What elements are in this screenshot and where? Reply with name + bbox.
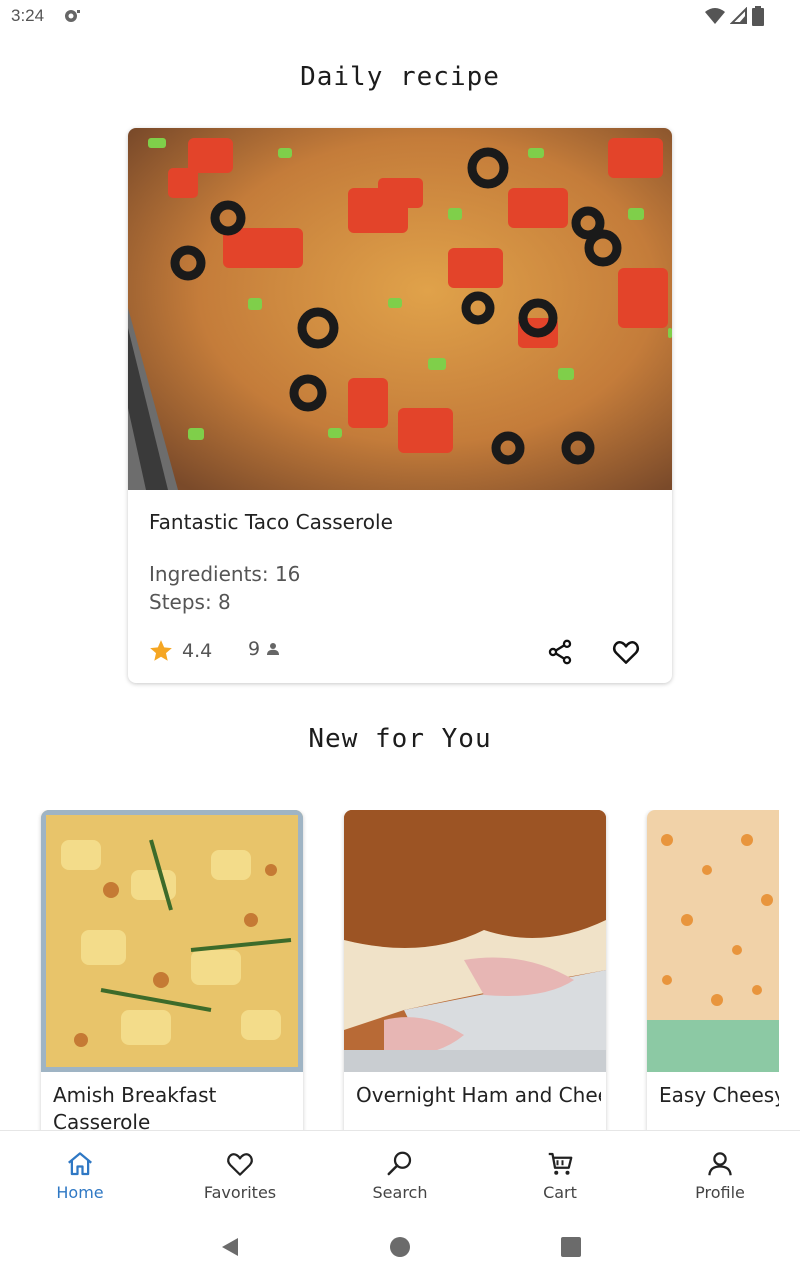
recipe-card-title: Amish Breakfast Casserole	[53, 1083, 217, 1130]
rating: 4.4	[148, 638, 212, 664]
recipe-card[interactable]: Amish Breakfast Casserole	[41, 810, 303, 1130]
heart-icon	[227, 1153, 253, 1176]
share-icon	[548, 639, 572, 665]
status-icons	[704, 6, 764, 26]
daily-recipe-title: Fantastic Taco Casserole	[149, 510, 393, 534]
recipe-card[interactable]: Overnight Ham and Cheese Breakfast Cass.…	[344, 810, 606, 1130]
back-icon	[222, 1238, 238, 1256]
circle-icon	[390, 1237, 410, 1257]
person-icon	[267, 643, 280, 655]
home-icon	[68, 1152, 92, 1176]
favorite-button[interactable]	[610, 636, 642, 668]
daily-recipe-meta: Ingredients: 16 Steps: 8	[149, 560, 300, 616]
notification-icon	[62, 8, 82, 28]
back-button[interactable]	[219, 1236, 241, 1262]
nav-label: Profile	[695, 1183, 745, 1202]
ingredients-count: Ingredients: 16	[149, 562, 301, 586]
new-for-you-title: New for You	[308, 724, 492, 754]
recents-button[interactable]	[560, 1236, 582, 1262]
nav-favorites[interactable]: Favorites	[160, 1131, 320, 1215]
recipe-card-image	[344, 810, 606, 1072]
daily-recipe-card[interactable]: Fantastic Taco Casserole Ingredients: 16…	[128, 128, 672, 683]
recipe-card-title: Overnight Ham and Cheese Breakfast Cass.…	[356, 1083, 601, 1107]
nav-home[interactable]: Home	[0, 1131, 160, 1215]
wifi-icon	[705, 8, 725, 24]
daily-recipe-image[interactable]	[128, 128, 672, 490]
home-system-button[interactable]	[389, 1236, 411, 1262]
steps-count: Steps: 8	[149, 590, 231, 614]
recipe-card-image	[41, 810, 303, 1072]
nav-label: Favorites	[203, 1183, 277, 1202]
rating-value: 4.4	[182, 640, 213, 662]
daily-recipe-footer: 4.4 9	[148, 636, 656, 668]
recipe-card[interactable]: Easy Cheesy Casserole	[647, 810, 779, 1130]
reviews-count: 9	[248, 638, 261, 660]
new-for-you-carousel[interactable]: Amish Breakfast Casserole Overnight Ham …	[0, 810, 779, 1130]
heart-outline-icon	[612, 641, 640, 664]
signal-icon	[730, 7, 747, 24]
status-time: 3:24	[11, 6, 45, 25]
person-icon	[708, 1152, 732, 1176]
nav-cart[interactable]: Cart	[480, 1131, 640, 1215]
nav-profile[interactable]: Profile	[640, 1131, 800, 1215]
share-button[interactable]	[544, 636, 576, 668]
recipe-card-title: Easy Cheesy Casserole	[659, 1083, 779, 1107]
recipe-card-image	[647, 810, 779, 1072]
nav-label: Home	[56, 1183, 104, 1202]
cart-icon	[548, 1152, 573, 1175]
search-icon	[387, 1151, 412, 1176]
bottom-navigation: Home Favorites Search Cart Profile	[0, 1130, 800, 1214]
star-icon	[150, 640, 172, 661]
status-bar: 3:24	[0, 0, 800, 34]
reviews: 9	[248, 638, 282, 660]
nav-label: Cart	[543, 1183, 577, 1202]
nav-label: Search	[372, 1183, 428, 1202]
nav-search[interactable]: Search	[320, 1131, 480, 1215]
system-navigation	[0, 1214, 800, 1280]
battery-icon	[752, 6, 764, 26]
square-icon	[561, 1237, 581, 1257]
daily-section-title: Daily recipe	[300, 62, 500, 92]
